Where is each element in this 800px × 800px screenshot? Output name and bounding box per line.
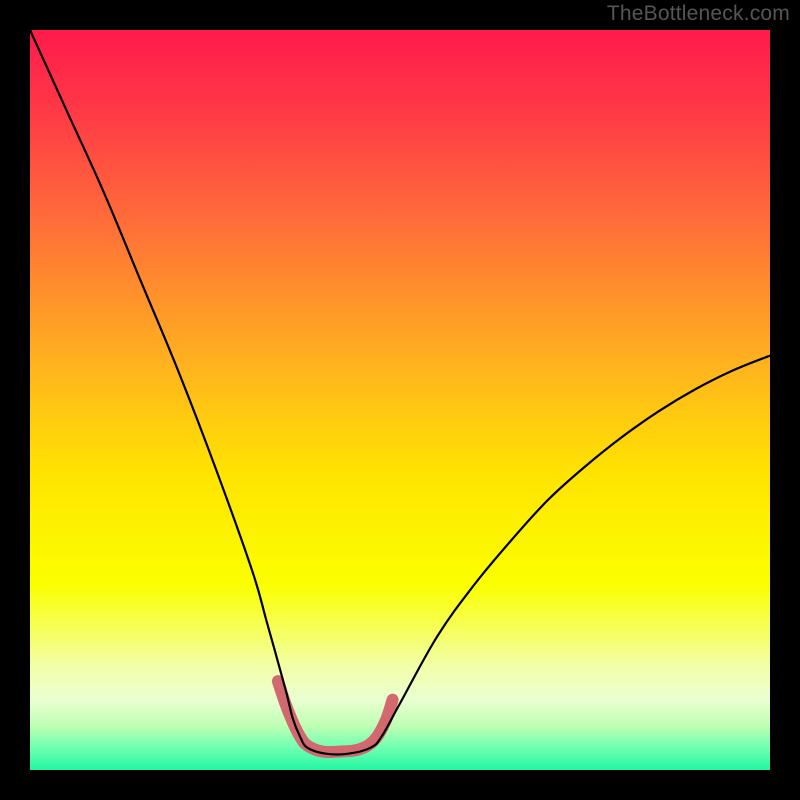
chart-curve xyxy=(30,30,770,755)
outer-frame: TheBottleneck.com xyxy=(0,0,800,800)
watermark-text: TheBottleneck.com xyxy=(607,2,790,26)
chart-svg xyxy=(30,30,770,770)
plot-area xyxy=(30,30,770,770)
chart-highlight xyxy=(278,681,393,752)
